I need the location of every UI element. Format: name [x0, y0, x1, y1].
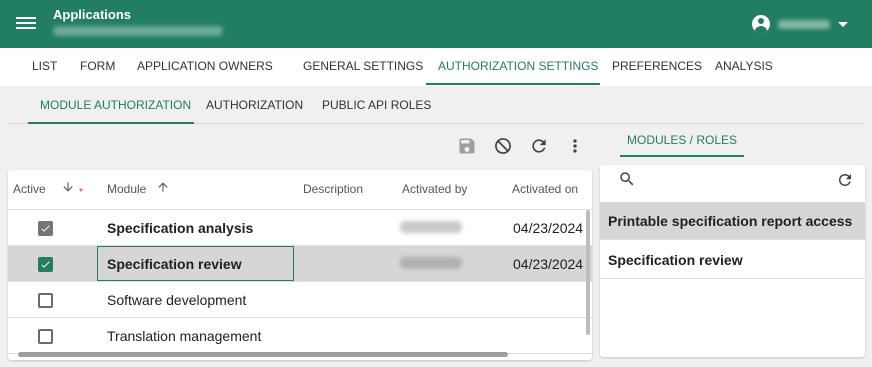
vertical-scrollbar[interactable]: [586, 210, 590, 335]
sort-arrow-down-icon[interactable]: [61, 180, 75, 197]
column-header-activated-on[interactable]: Activated on: [512, 182, 578, 196]
tab-general-settings[interactable]: GENERAL SETTINGS: [303, 48, 423, 86]
table-row[interactable]: Translation management: [8, 318, 592, 354]
module-name: Software development: [107, 292, 247, 308]
tab-authorization[interactable]: AUTHORIZATION: [206, 86, 303, 124]
tab-preferences[interactable]: PREFERENCES: [612, 48, 702, 86]
more-vert-icon[interactable]: [565, 136, 585, 156]
tab-application-owners[interactable]: APPLICATION OWNERS: [137, 48, 273, 86]
sort-arrow-up-icon[interactable]: [156, 180, 170, 197]
app-title: Applications: [53, 7, 132, 22]
role-item[interactable]: Specification review: [600, 241, 865, 279]
activated-by-redacted: [400, 257, 462, 269]
tab-analysis[interactable]: ANALYSIS: [715, 48, 773, 86]
active-checkbox[interactable]: [38, 329, 53, 344]
app-subtitle-redacted: [53, 26, 223, 36]
modules-roles-panel: Printable specification report access Sp…: [600, 165, 865, 357]
block-icon[interactable]: [493, 136, 513, 156]
module-name: Translation management: [107, 328, 262, 344]
column-header-module[interactable]: Module: [107, 182, 146, 196]
tab-public-api-roles[interactable]: PUBLIC API ROLES: [322, 86, 431, 124]
activated-on: 04/23/2024: [513, 220, 584, 236]
tab-list[interactable]: LIST: [32, 48, 57, 86]
caret-down-icon: [838, 21, 848, 27]
required-marker: *: [79, 187, 83, 198]
column-header-active[interactable]: Active: [13, 182, 46, 196]
active-panel-tab-indicator: [620, 155, 744, 157]
tab-modules-roles[interactable]: MODULES / ROLES: [620, 124, 744, 158]
role-item-selected[interactable]: Printable specification report access: [600, 202, 865, 240]
refresh-icon[interactable]: [836, 171, 854, 189]
table-row-selected[interactable]: Specification review 04/23/2024: [8, 246, 592, 282]
app-bar: Applications: [0, 0, 872, 48]
module-name: Specification review: [107, 256, 242, 272]
main-tabs: LIST FORM APPLICATION OWNERS GENERAL SET…: [0, 48, 872, 86]
tab-module-authorization[interactable]: MODULE AUTHORIZATION: [40, 86, 191, 124]
user-menu[interactable]: [752, 13, 848, 35]
table-row[interactable]: Software development: [8, 282, 592, 318]
active-checkbox[interactable]: [38, 293, 53, 308]
activated-by-redacted: [400, 221, 462, 233]
column-header-activated-by[interactable]: Activated by: [402, 182, 467, 196]
module-grid: Active * Module Description Activated by…: [8, 170, 592, 360]
activated-on: 04/23/2024: [513, 256, 584, 272]
tab-authorization-settings[interactable]: AUTHORIZATION SETTINGS: [438, 48, 598, 86]
refresh-icon[interactable]: [529, 136, 549, 156]
active-subtab-indicator: [28, 122, 194, 124]
account-icon: [752, 15, 770, 33]
module-name: Specification analysis: [107, 220, 254, 236]
tab-form[interactable]: FORM: [80, 48, 115, 86]
active-checkbox[interactable]: [38, 221, 53, 236]
active-tab-indicator: [426, 83, 600, 85]
grid-header: Active * Module Description Activated by…: [8, 170, 592, 210]
save-icon[interactable]: [457, 136, 477, 156]
sub-tabs: MODULE AUTHORIZATION AUTHORIZATION PUBLI…: [8, 86, 864, 124]
horizontal-scrollbar[interactable]: [18, 352, 508, 357]
user-name-redacted: [778, 19, 830, 29]
search-icon[interactable]: [618, 170, 636, 188]
active-checkbox[interactable]: [38, 257, 53, 272]
menu-icon[interactable]: [16, 14, 36, 34]
column-header-description[interactable]: Description: [303, 182, 363, 196]
table-row[interactable]: Specification analysis 04/23/2024: [8, 210, 592, 246]
